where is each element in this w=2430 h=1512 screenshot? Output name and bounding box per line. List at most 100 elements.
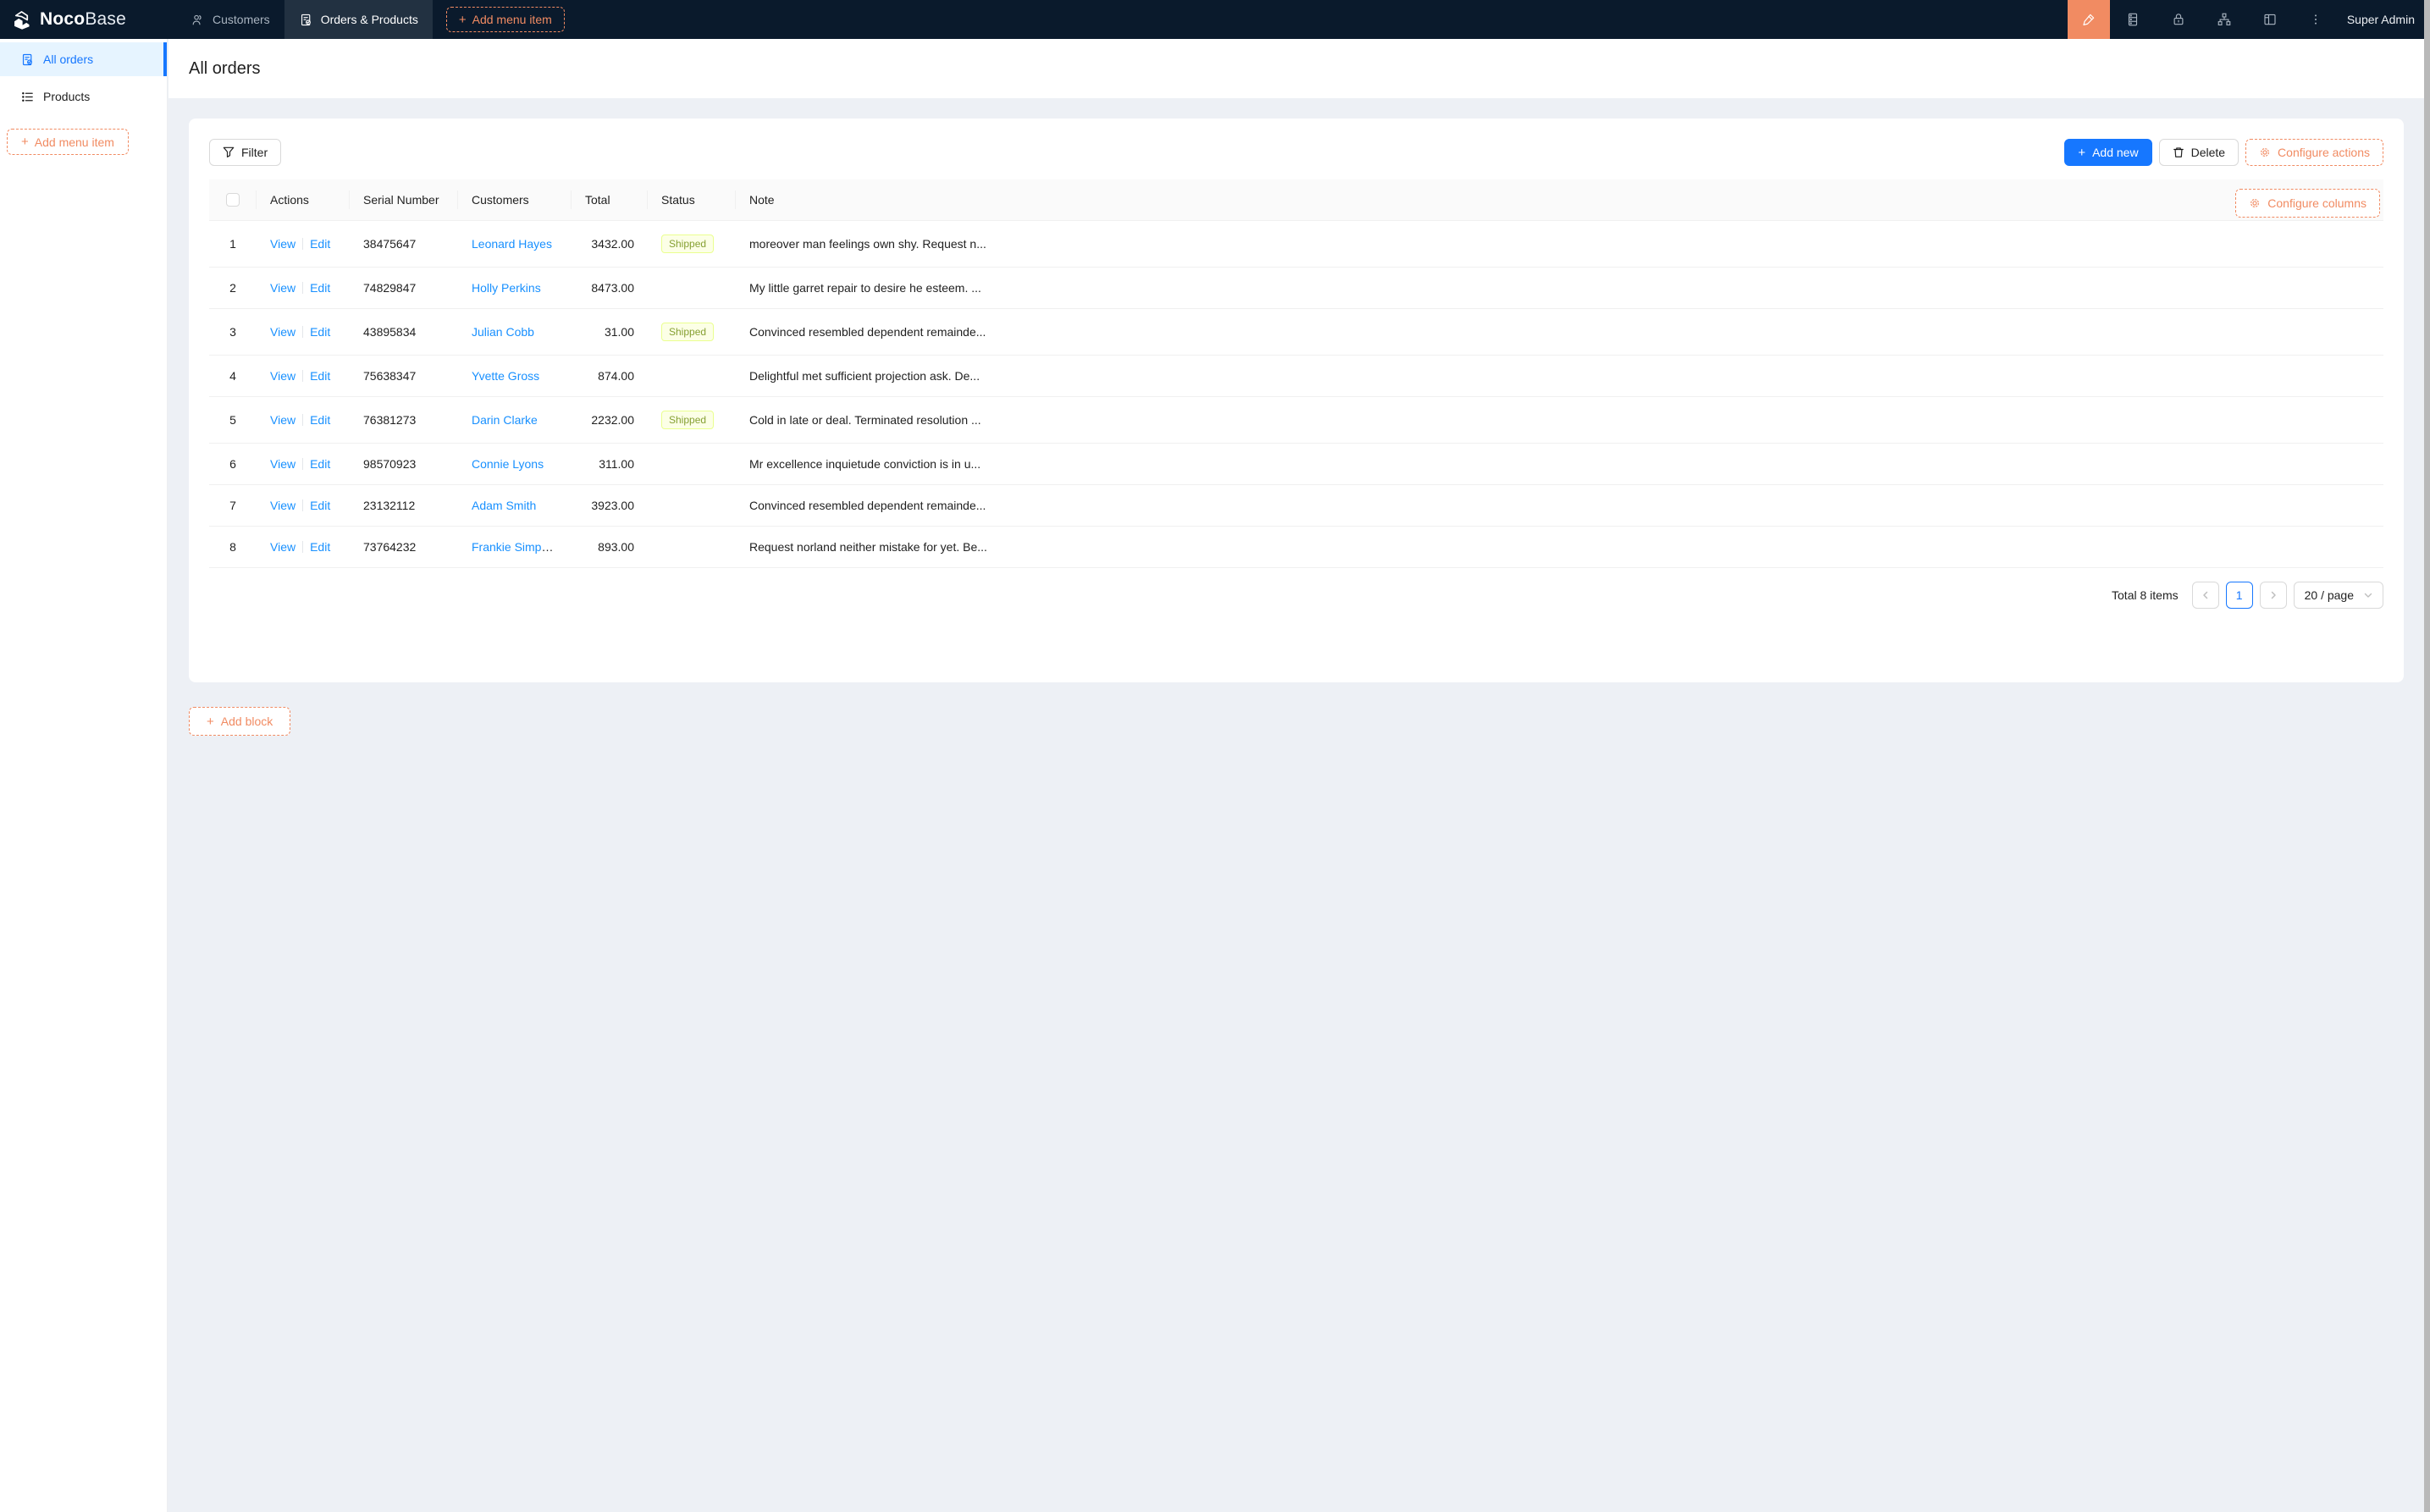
- column-header-customers: Customers: [458, 179, 572, 221]
- orders-table: Configure columns Actions Serial Number …: [209, 179, 2383, 568]
- user-menu[interactable]: Super Admin: [2347, 13, 2415, 26]
- sidebar-item-all-orders[interactable]: All orders: [0, 42, 167, 76]
- layout-button[interactable]: [2247, 0, 2293, 39]
- page-title: All orders: [189, 59, 260, 79]
- action-divider: [302, 238, 303, 250]
- customer-link[interactable]: Julian Cobb: [472, 325, 534, 339]
- table-toolbar: Filter + Add new Delete: [209, 139, 2383, 166]
- edit-link[interactable]: Edit: [310, 499, 330, 512]
- database-button[interactable]: [2110, 0, 2156, 39]
- add-new-button[interactable]: + Add new: [2064, 139, 2151, 166]
- action-divider: [302, 541, 303, 553]
- total-cell: 874.00: [572, 356, 648, 397]
- customer-link[interactable]: Frankie Simpson: [472, 540, 561, 554]
- nav-tab-orders-products[interactable]: Orders & Products: [284, 0, 433, 39]
- view-link[interactable]: View: [270, 237, 295, 251]
- users-icon: [191, 13, 205, 27]
- sidebar-item-products[interactable]: Products: [0, 80, 167, 113]
- customer-link[interactable]: Darin Clarke: [472, 413, 538, 427]
- navbar-add-menu-item-button[interactable]: + Add menu item: [446, 7, 565, 32]
- sitemap-icon: [2217, 12, 2232, 27]
- add-block-button[interactable]: + Add block: [189, 707, 290, 736]
- page-size-select[interactable]: 20 / page: [2294, 582, 2383, 609]
- serial-number-cell: 98570923: [350, 444, 458, 485]
- plus-icon: +: [459, 14, 467, 26]
- view-link[interactable]: View: [270, 540, 295, 554]
- serial-number-cell: 76381273: [350, 397, 458, 444]
- row-index: 7: [209, 485, 257, 527]
- nav-tab-customers[interactable]: Customers: [176, 0, 284, 39]
- note-cell: Mr excellence inquietude conviction is i…: [736, 444, 2383, 485]
- content-area: Filter + Add new Delete: [168, 98, 2424, 1512]
- table-row: 2 ViewEdit 74829847 Holly Perkins 8473.0…: [209, 268, 2383, 309]
- unordered-list-icon: [20, 90, 35, 104]
- edit-link[interactable]: Edit: [310, 457, 330, 471]
- vertical-scrollbar[interactable]: [2424, 0, 2430, 1512]
- delete-button[interactable]: Delete: [2159, 139, 2239, 166]
- chevron-right-icon: [2269, 591, 2278, 599]
- sidebar: All orders Products + Add menu item: [0, 39, 168, 1512]
- table-header-row: Actions Serial Number Customers Total St…: [209, 179, 2383, 221]
- serial-number-cell: 74829847: [350, 268, 458, 309]
- database-icon: [2125, 12, 2140, 27]
- action-divider: [302, 499, 303, 511]
- total-cell: 8473.00: [572, 268, 648, 309]
- total-cell: 31.00: [572, 309, 648, 356]
- edit-link[interactable]: Edit: [310, 369, 330, 383]
- more-button[interactable]: [2293, 0, 2339, 39]
- action-divider: [302, 458, 303, 470]
- row-index: 6: [209, 444, 257, 485]
- view-link[interactable]: View: [270, 281, 295, 295]
- configure-columns-button[interactable]: Configure columns: [2235, 189, 2380, 218]
- view-link[interactable]: View: [270, 457, 295, 471]
- chevron-left-icon: [2201, 591, 2210, 599]
- edit-link[interactable]: Edit: [310, 540, 330, 554]
- customer-link[interactable]: Holly Perkins: [472, 281, 541, 295]
- filter-button[interactable]: Filter: [209, 139, 281, 166]
- logo[interactable]: NocoBase: [0, 0, 168, 39]
- edit-link[interactable]: Edit: [310, 413, 330, 427]
- view-link[interactable]: View: [270, 499, 295, 512]
- customer-link[interactable]: Connie Lyons: [472, 457, 544, 471]
- view-link[interactable]: View: [270, 413, 295, 427]
- serial-number-cell: 23132112: [350, 485, 458, 527]
- customer-link[interactable]: Yvette Gross: [472, 369, 539, 383]
- customer-link[interactable]: Leonard Hayes: [472, 237, 552, 251]
- customer-link[interactable]: Adam Smith: [472, 499, 536, 512]
- logo-text: NocoBase: [40, 9, 126, 30]
- note-cell: Convinced resembled dependent remainde..…: [736, 309, 2383, 356]
- row-index: 3: [209, 309, 257, 356]
- table-row: 8 ViewEdit 73764232 Frankie Simpson 893.…: [209, 527, 2383, 568]
- pagination-page-1[interactable]: 1: [2226, 582, 2253, 609]
- configure-actions-button[interactable]: Configure actions: [2245, 139, 2383, 166]
- status-tag: Shipped: [661, 323, 714, 341]
- select-all-checkbox[interactable]: [226, 193, 240, 207]
- nav-tabs: Customers Orders & Products: [176, 0, 433, 39]
- plus-icon: +: [2078, 146, 2085, 159]
- nav-tab-label: Orders & Products: [321, 13, 418, 26]
- ui-editor-button[interactable]: [2068, 0, 2110, 39]
- edit-link[interactable]: Edit: [310, 281, 330, 295]
- api-sitemap-button[interactable]: [2201, 0, 2247, 39]
- pagination: Total 8 items 1 20 / page: [209, 582, 2383, 609]
- sidebar-add-menu-item-button[interactable]: + Add menu item: [7, 129, 129, 155]
- serial-number-cell: 43895834: [350, 309, 458, 356]
- nav-tab-label: Customers: [213, 13, 270, 26]
- column-header-serial-number: Serial Number: [350, 179, 458, 221]
- table-row: 6 ViewEdit 98570923 Connie Lyons 311.00 …: [209, 444, 2383, 485]
- pagination-total: Total 8 items: [2112, 588, 2179, 602]
- order-document-icon: [20, 52, 35, 67]
- action-divider: [302, 370, 303, 382]
- view-link[interactable]: View: [270, 369, 295, 383]
- toolbar-right-actions: + Add new Delete: [2064, 139, 2383, 166]
- total-cell: 3923.00: [572, 485, 648, 527]
- pagination-next-button[interactable]: [2260, 582, 2287, 609]
- view-link[interactable]: View: [270, 325, 295, 339]
- permissions-button[interactable]: [2156, 0, 2201, 39]
- edit-link[interactable]: Edit: [310, 237, 330, 251]
- serial-number-cell: 73764232: [350, 527, 458, 568]
- edit-link[interactable]: Edit: [310, 325, 330, 339]
- ellipsis-vertical-icon: [2309, 13, 2322, 26]
- pagination-prev-button[interactable]: [2192, 582, 2219, 609]
- plus-icon: +: [21, 135, 29, 148]
